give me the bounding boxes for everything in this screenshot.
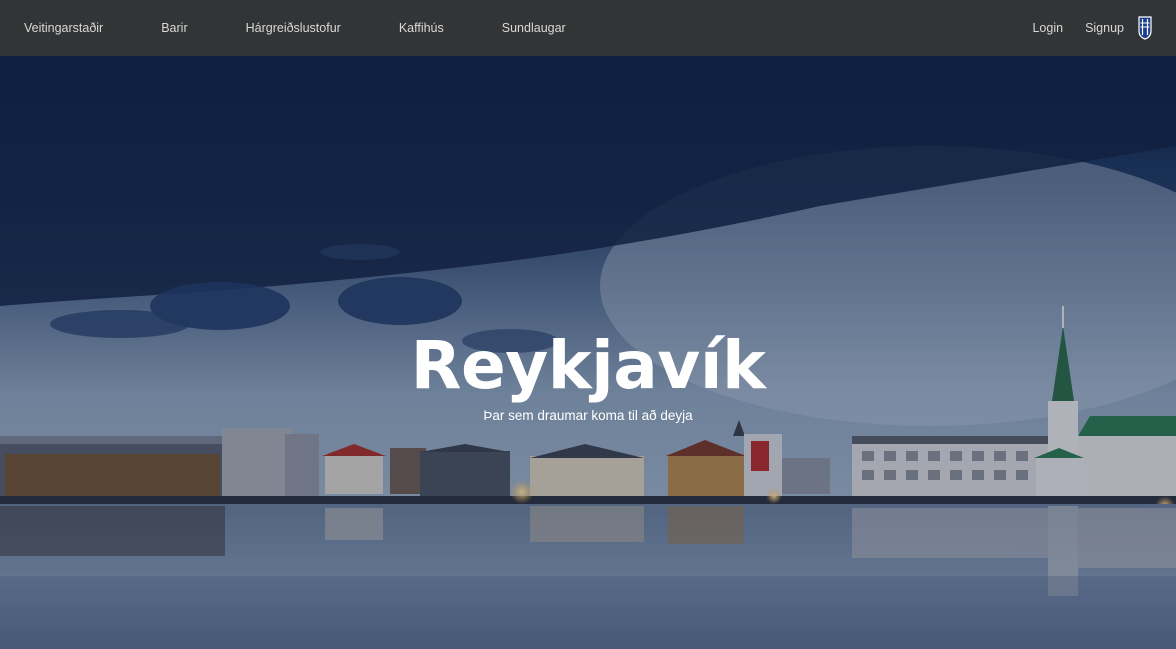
nav-link-kaffihus[interactable]: Kaffihús	[399, 21, 444, 35]
hero-title: Reykjavík	[410, 327, 766, 404]
nav-link-veitingarstadir[interactable]: Veitingarstaðir	[24, 21, 103, 35]
nav-link-barir[interactable]: Barir	[161, 21, 187, 35]
hero-section: Reykjavík Þar sem draumar koma til að de…	[0, 56, 1176, 649]
signup-link[interactable]: Signup	[1085, 21, 1124, 35]
nav-link-sundlaugar[interactable]: Sundlaugar	[502, 21, 566, 35]
nav-auth: Login Signup	[1010, 16, 1152, 40]
login-link[interactable]: Login	[1032, 21, 1063, 35]
navbar: Veitingarstaðir Barir Hárgreiðslustofur …	[0, 0, 1176, 56]
hero-text: Reykjavík Þar sem draumar koma til að de…	[0, 327, 1176, 424]
hero-subtitle: Þar sem draumar koma til að deyja	[483, 408, 693, 423]
nav-links: Veitingarstaðir Barir Hárgreiðslustofur …	[24, 21, 566, 35]
reykjavik-crest-icon[interactable]	[1138, 16, 1152, 40]
nav-link-hargreidslustofur[interactable]: Hárgreiðslustofur	[246, 21, 341, 35]
